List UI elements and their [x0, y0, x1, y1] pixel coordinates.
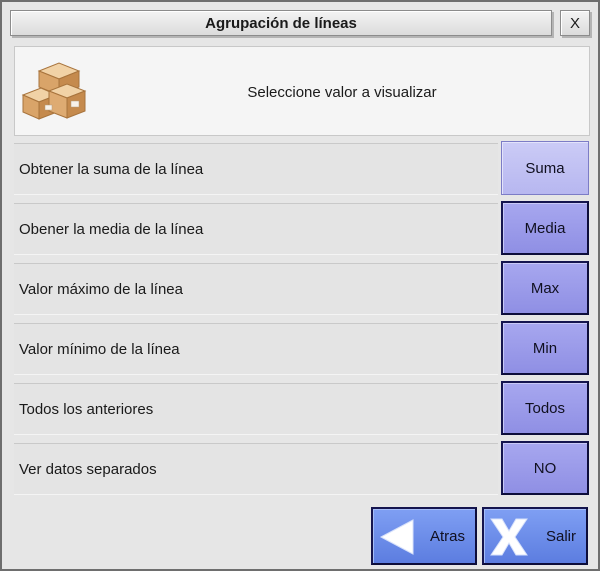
sum-button[interactable]: Suma: [501, 141, 589, 195]
exit-button[interactable]: Salir: [482, 507, 588, 565]
arrow-left-icon: [379, 519, 414, 555]
x-mark-icon: [490, 518, 528, 556]
option-row-min: Valor mínimo de la línea: [14, 323, 498, 375]
mean-button[interactable]: Media: [501, 201, 589, 255]
dialog-title: Agrupación de líneas: [205, 14, 357, 32]
option-row-sum: Obtener la suma de la línea: [14, 143, 498, 195]
max-button-label: Max: [530, 279, 560, 297]
close-label: X: [569, 14, 580, 32]
min-button-label: Min: [532, 339, 558, 357]
option-row-separate: Ver datos separados: [14, 443, 498, 495]
exit-label: Salir: [545, 527, 576, 545]
option-label-separate: Ver datos separados: [19, 460, 157, 478]
option-label-min: Valor mínimo de la línea: [19, 340, 180, 358]
option-label-sum: Obtener la suma de la línea: [19, 160, 204, 178]
close-button[interactable]: X: [560, 10, 590, 36]
boxes-icon: [21, 62, 87, 120]
max-button[interactable]: Max: [501, 261, 589, 315]
sum-button-label: Suma: [525, 159, 565, 177]
header-panel: Seleccione valor a visualizar: [14, 46, 590, 136]
dialog-window: Agrupación de líneas X Seleccione valor …: [0, 0, 600, 571]
header-prompt: Seleccione valor a visualizar: [247, 83, 437, 101]
back-label: Atras: [429, 527, 465, 545]
all-button[interactable]: Todos: [501, 381, 589, 435]
back-button[interactable]: Atras: [371, 507, 477, 565]
separate-toggle-label: NO: [533, 459, 557, 477]
option-row-all: Todos los anteriores: [14, 383, 498, 435]
option-label-max: Valor máximo de la línea: [19, 280, 183, 298]
option-row-max: Valor máximo de la línea: [14, 263, 498, 315]
title-bar: Agrupación de líneas: [10, 10, 552, 36]
option-row-mean: Obener la media de la línea: [14, 203, 498, 255]
separate-toggle-button[interactable]: NO: [501, 441, 589, 495]
mean-button-label: Media: [524, 219, 566, 237]
all-button-label: Todos: [524, 399, 566, 417]
option-label-mean: Obener la media de la línea: [19, 220, 204, 238]
option-label-all: Todos los anteriores: [19, 400, 154, 418]
min-button[interactable]: Min: [501, 321, 589, 375]
